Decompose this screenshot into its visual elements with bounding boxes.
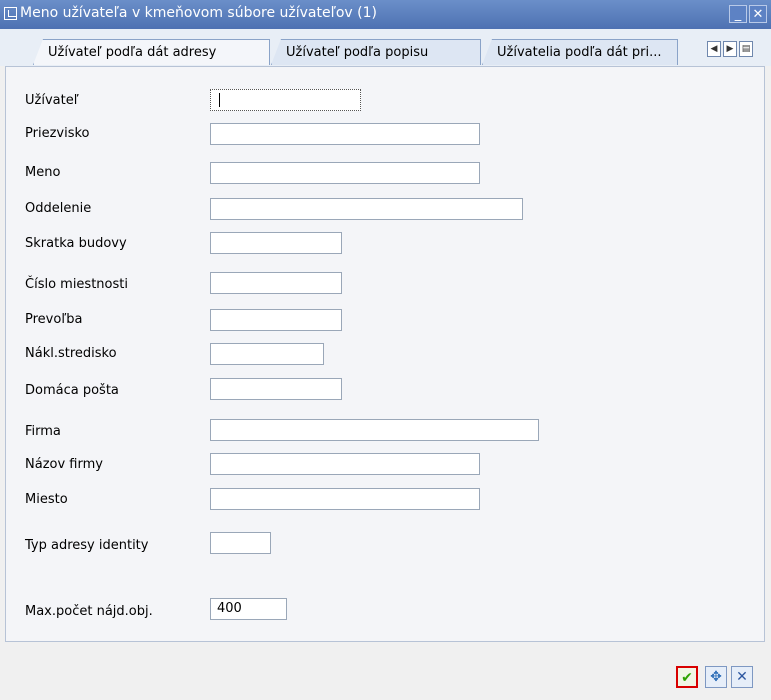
close-window-button[interactable]: ✕ <box>749 5 767 23</box>
field-label-room: Číslo miestnosti <box>25 277 128 292</box>
field-label-department: Oddelenie <box>25 201 92 216</box>
internal-mail-input[interactable] <box>210 378 342 400</box>
tab-scroll-left-icon[interactable]: ◀ <box>707 41 721 57</box>
company-name-input[interactable] <box>210 453 480 475</box>
tab-list-icon[interactable]: ▤ <box>739 41 753 57</box>
search-form-panel: Užívateľ Priezvisko Meno Oddelenie Skrat… <box>5 66 765 642</box>
field-label-first-name: Meno <box>25 165 61 180</box>
tab-scroll-right-icon[interactable]: ▶ <box>723 41 737 57</box>
field-label-company: Firma <box>25 424 61 439</box>
minimize-button[interactable]: _ <box>729 5 747 23</box>
field-label-extension: Prevoľba <box>25 312 83 327</box>
department-input[interactable] <box>210 198 523 220</box>
first-name-input[interactable] <box>210 162 480 184</box>
close-icon: ✕ <box>736 669 748 685</box>
cost-center-input[interactable] <box>210 343 324 365</box>
tab-strip: Užívateľ podľa dát adresy Užívateľ podľa… <box>0 29 771 66</box>
room-number-input[interactable] <box>210 272 342 294</box>
continue-button[interactable]: ✔ <box>676 666 698 688</box>
tab-user-by-description[interactable]: Užívateľ podľa popisu <box>271 39 481 65</box>
building-code-input[interactable] <box>210 232 342 254</box>
field-label-last-name: Priezvisko <box>25 126 90 141</box>
search-help-icon: ✥ <box>710 669 722 685</box>
window-title: Meno užívateľa v kmeňovom súbore užívate… <box>20 5 377 21</box>
field-label-max-hits: Max.počet nájd.obj. <box>25 604 153 619</box>
field-label-user: Užívateľ <box>25 93 79 108</box>
title-bar: Meno užívateľa v kmeňovom súbore užívate… <box>0 0 771 29</box>
field-label-city: Miesto <box>25 492 68 507</box>
tab-users-by-data[interactable]: Užívatelia podľa dát pri... <box>482 39 678 65</box>
text-cursor <box>219 93 220 107</box>
company-input[interactable] <box>210 419 539 441</box>
max-hits-input[interactable]: 400 <box>210 598 287 620</box>
city-input[interactable] <box>210 488 480 510</box>
field-label-cost-center: Nákl.stredisko <box>25 346 117 361</box>
search-help-button[interactable]: ✥ <box>705 666 727 688</box>
last-name-input[interactable] <box>210 123 480 145</box>
cancel-button[interactable]: ✕ <box>731 666 753 688</box>
field-label-identity-address-type: Typ adresy identity <box>25 538 149 553</box>
extension-input[interactable] <box>210 309 342 331</box>
field-label-internal-mail: Domáca pošta <box>25 383 119 398</box>
check-icon: ✔ <box>681 670 693 686</box>
user-input[interactable] <box>210 89 361 111</box>
identity-address-type-input[interactable] <box>210 532 271 554</box>
dialog-icon <box>4 7 17 20</box>
tab-user-by-address[interactable]: Užívateľ podľa dát adresy <box>33 39 270 65</box>
field-label-company-name: Názov firmy <box>25 457 103 472</box>
field-label-building: Skratka budovy <box>25 236 127 251</box>
